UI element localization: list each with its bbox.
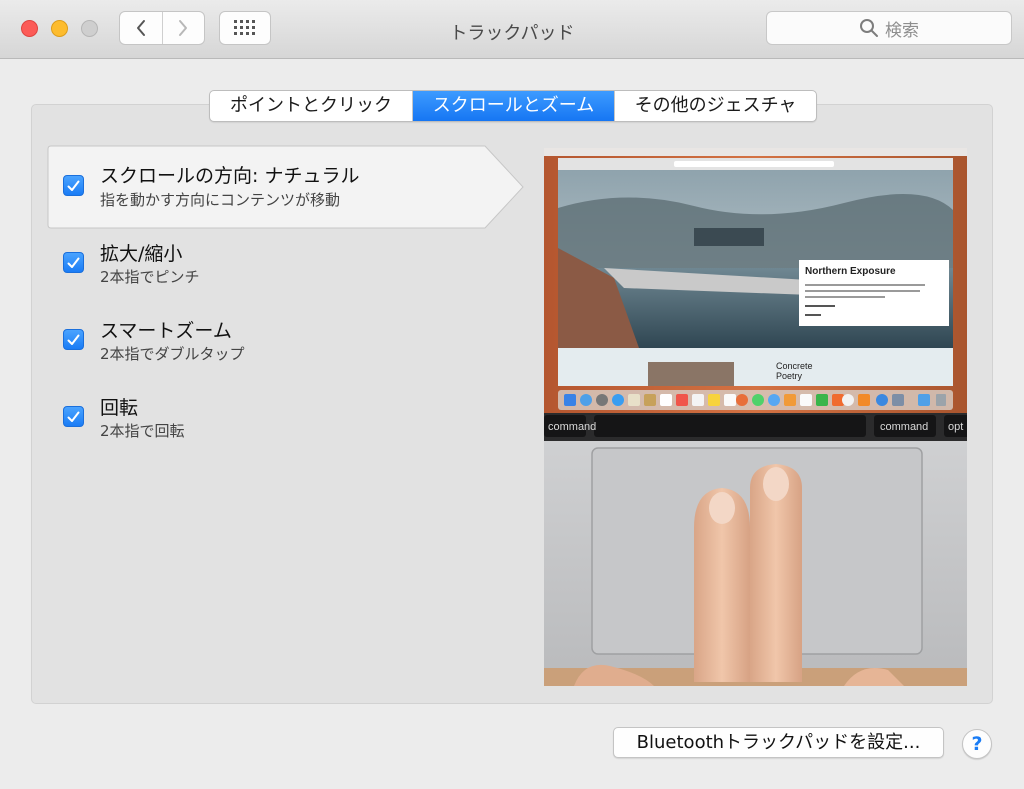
checkbox-smart-zoom[interactable] bbox=[63, 329, 84, 350]
option-rotate[interactable]: 回転 2本指で回転 bbox=[47, 385, 507, 463]
option-zoom-in-out[interactable]: 拡大/縮小 2本指でピンチ bbox=[47, 231, 507, 309]
command-key-left: command bbox=[548, 421, 596, 433]
option-subtitle: 指を動かす方向にコンテンツが移動 bbox=[100, 191, 341, 209]
checkbox-scroll-direction[interactable] bbox=[63, 175, 84, 196]
option-title: 回転 bbox=[100, 397, 139, 419]
gesture-preview-image: Northern Exposure Concrete Poetry comman… bbox=[544, 148, 967, 686]
checkbox-rotate[interactable] bbox=[63, 406, 84, 427]
option-title: 拡大/縮小 bbox=[100, 243, 183, 265]
title-bar: トラックパッド 検索 bbox=[0, 0, 1024, 59]
second-article-title-1: Concrete bbox=[776, 361, 813, 371]
setup-bluetooth-trackpad-button[interactable]: Bluetoothトラックパッドを設定... bbox=[613, 727, 944, 758]
search-field[interactable]: 検索 bbox=[766, 11, 1012, 45]
option-key: opt bbox=[948, 421, 963, 433]
trackpad-illustration: Northern Exposure Concrete Poetry comman… bbox=[544, 148, 967, 686]
tab-more-gestures[interactable]: その他のジェスチャ bbox=[614, 91, 816, 121]
checkmark-icon bbox=[67, 411, 80, 422]
option-title: スマートズーム bbox=[100, 320, 232, 342]
tab-scroll-and-zoom[interactable]: スクロールとズーム bbox=[412, 91, 614, 121]
search-placeholder: 検索 bbox=[885, 20, 919, 41]
checkmark-icon bbox=[67, 334, 80, 345]
search-icon bbox=[860, 19, 878, 37]
tab-point-and-click[interactable]: ポイントとクリック bbox=[210, 91, 412, 121]
second-article-title-2: Poetry bbox=[776, 371, 803, 381]
option-scroll-direction[interactable]: スクロールの方向: ナチュラル 指を動かす方向にコンテンツが移動 bbox=[47, 145, 507, 223]
option-subtitle: 2本指でピンチ bbox=[100, 268, 200, 286]
help-icon: ? bbox=[971, 733, 983, 755]
option-title: スクロールの方向: ナチュラル bbox=[100, 165, 360, 187]
settings-panel: スクロールの方向: ナチュラル 指を動かす方向にコンテンツが移動 拡大/縮小 2… bbox=[31, 104, 993, 704]
checkmark-icon bbox=[67, 180, 80, 191]
checkbox-zoom-in-out[interactable] bbox=[63, 252, 84, 273]
tab-bar: ポイントとクリック スクロールとズーム その他のジェスチャ bbox=[209, 90, 817, 122]
option-subtitle: 2本指でダブルタップ bbox=[100, 345, 245, 363]
option-subtitle: 2本指で回転 bbox=[100, 422, 185, 440]
help-button[interactable]: ? bbox=[962, 729, 992, 759]
command-key-right: command bbox=[880, 421, 928, 433]
checkmark-icon bbox=[67, 257, 80, 268]
option-smart-zoom[interactable]: スマートズーム 2本指でダブルタップ bbox=[47, 308, 507, 386]
article-title: Northern Exposure bbox=[805, 266, 896, 277]
